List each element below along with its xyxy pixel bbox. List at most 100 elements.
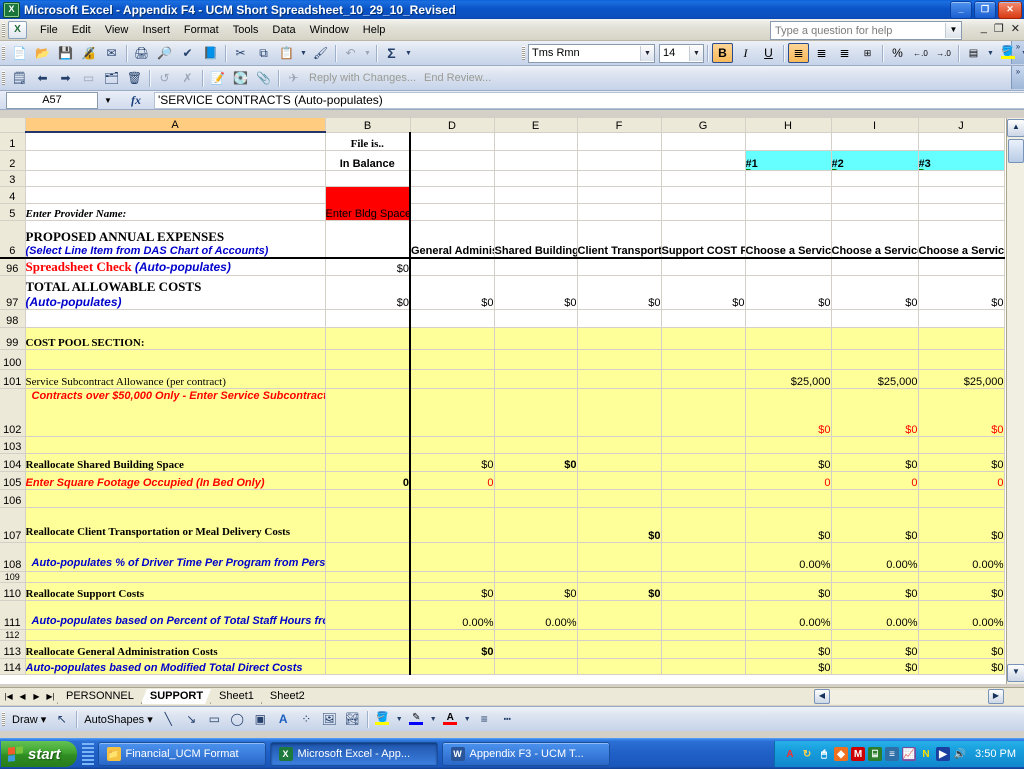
cell-e113[interactable] — [494, 640, 578, 659]
cell-e100[interactable] — [494, 349, 578, 370]
fill-color-dropdown-icon[interactable]: ▼ — [395, 709, 404, 729]
cell-h98[interactable] — [745, 309, 832, 328]
cell-d98[interactable] — [410, 309, 495, 328]
cell-g2[interactable] — [661, 150, 746, 171]
cell-d99[interactable] — [410, 327, 495, 350]
cell-a114[interactable]: Auto-populates based on Modified Total D… — [25, 658, 326, 675]
taskbar-item-microsoft-excel[interactable]: X Microsoft Excel - App... — [269, 742, 438, 766]
new-comment-icon[interactable]: 🗒 — [9, 68, 30, 88]
table-row[interactable]: 113 Reallocate General Administration Co… — [0, 640, 1005, 659]
decrease-decimal-icon[interactable]: →.0 — [933, 43, 954, 63]
font-size-input[interactable]: 14 ▼ — [659, 43, 704, 63]
cell-d100[interactable] — [410, 349, 495, 370]
cell-i113[interactable]: $0 — [831, 640, 919, 659]
cell-a3[interactable] — [25, 170, 326, 187]
row-header[interactable]: 102 — [0, 388, 26, 437]
cell-j113[interactable]: $0 — [918, 640, 1005, 659]
menu-file[interactable]: File — [33, 22, 65, 38]
cell-e104[interactable]: $0 — [494, 453, 578, 472]
percent-style-button[interactable]: % — [887, 43, 908, 63]
cell-j106[interactable] — [918, 489, 1005, 508]
cell-j5[interactable] — [918, 203, 1005, 221]
cell-f3[interactable] — [577, 170, 662, 187]
cell-j101[interactable]: $25,000 — [918, 369, 1005, 389]
menu-edit[interactable]: Edit — [65, 22, 98, 38]
cell-a108[interactable]: Auto-populates % of Driver Time Per Prog… — [25, 542, 326, 572]
cell-i106[interactable] — [831, 489, 919, 508]
cell-a96[interactable]: Spreadsheet Check (Auto-populates) — [25, 258, 326, 276]
table-row[interactable]: 97 TOTAL ALLOWABLE COSTS (Auto-populates… — [0, 275, 1005, 310]
cell-a105[interactable]: Enter Square Footage Occupied (In Bed On… — [25, 471, 326, 490]
cell-d6[interactable]: General Administration COST POOL — [410, 220, 495, 259]
refresh-icon[interactable]: ↻ — [800, 747, 814, 761]
cell-i100[interactable] — [831, 349, 919, 370]
row-header[interactable]: 2 — [0, 150, 26, 171]
cell-g113[interactable] — [661, 640, 746, 659]
row-header[interactable]: 101 — [0, 369, 26, 389]
cell-e5[interactable] — [494, 203, 578, 221]
acrobat-icon[interactable]: A — [783, 747, 797, 761]
cell-e109[interactable] — [494, 571, 578, 583]
paste-icon[interactable]: 📋 — [276, 43, 297, 63]
cell-h4[interactable] — [745, 186, 832, 204]
fill-color-icon[interactable]: 🪣 — [372, 709, 393, 729]
cell-e96[interactable] — [494, 258, 578, 276]
cell-h99[interactable] — [745, 327, 832, 350]
name-box-dropdown-icon[interactable]: ▼ — [98, 96, 118, 105]
table-row[interactable]: 111 Auto-populates based on Percent of T… — [0, 600, 1005, 630]
cell-h1[interactable] — [745, 132, 832, 151]
next-comment-icon[interactable]: ➡ — [55, 68, 76, 88]
borders-dropdown-icon[interactable]: ▼ — [986, 43, 995, 63]
cell-j97[interactable]: $0 — [918, 275, 1005, 310]
quick-launch-gripper[interactable] — [81, 743, 94, 765]
cell-f1[interactable] — [577, 132, 662, 151]
autoshapes-menu-button[interactable]: AutoShapes ▾ — [80, 713, 157, 726]
cell-a110[interactable]: Reallocate Support Costs — [25, 582, 326, 601]
cell-f5[interactable] — [577, 203, 662, 221]
column-header-j[interactable]: J — [918, 118, 1005, 133]
cell-d108[interactable] — [410, 542, 495, 572]
diagram-icon[interactable]: ⁘ — [296, 709, 317, 729]
cell-b100[interactable] — [325, 349, 411, 370]
cell-a2[interactable] — [25, 150, 326, 171]
cell-a113[interactable]: Reallocate General Administration Costs — [25, 640, 326, 659]
cell-a103[interactable] — [25, 436, 326, 454]
cell-j98[interactable] — [918, 309, 1005, 328]
menu-data[interactable]: Data — [265, 22, 302, 38]
cell-j6[interactable]: Choose a Service — [918, 220, 1005, 259]
row-header[interactable]: 106 — [0, 489, 26, 508]
row-header[interactable]: 113 — [0, 640, 26, 659]
cell-f114[interactable] — [577, 658, 662, 675]
cell-i96[interactable] — [831, 258, 919, 276]
table-row[interactable]: 100 — [0, 349, 1005, 370]
minimize-button[interactable]: _ — [950, 1, 972, 19]
table-row[interactable]: 109 — [0, 571, 1005, 583]
cell-i4[interactable] — [831, 186, 919, 204]
cell-i103[interactable] — [831, 436, 919, 454]
cell-j96[interactable] — [918, 258, 1005, 276]
cell-h101[interactable]: $25,000 — [745, 369, 832, 389]
cell-i2[interactable]: #2 — [831, 150, 919, 171]
first-sheet-icon[interactable]: |◀ — [2, 690, 15, 703]
cell-d109[interactable] — [410, 571, 495, 583]
print-icon[interactable]: 🖨 — [131, 43, 152, 63]
table-row[interactable]: 114 Auto-populates based on Modified Tot… — [0, 658, 1005, 675]
cell-j107[interactable]: $0 — [918, 507, 1005, 543]
cell-j102[interactable]: $0 — [918, 388, 1005, 437]
cell-j114[interactable]: $0 — [918, 658, 1005, 675]
table-row[interactable]: 104 Reallocate Shared Building Space $0 … — [0, 453, 1005, 472]
cell-a107[interactable]: Reallocate Client Transportation or Meal… — [25, 507, 326, 543]
table-row[interactable]: 99 COST POOL SECTION: — [0, 327, 1005, 350]
row-header[interactable]: 98 — [0, 309, 26, 328]
cell-h103[interactable] — [745, 436, 832, 454]
cell-f108[interactable] — [577, 542, 662, 572]
cell-b99[interactable] — [325, 327, 411, 350]
cell-g111[interactable] — [661, 600, 746, 630]
cell-i112[interactable] — [831, 629, 919, 641]
chart-icon[interactable]: 📈 — [902, 747, 917, 761]
column-header-f[interactable]: F — [577, 118, 662, 133]
cell-i104[interactable]: $0 — [831, 453, 919, 472]
cell-d4[interactable] — [410, 186, 495, 204]
cell-f104[interactable] — [577, 453, 662, 472]
cell-h97[interactable]: $0 — [745, 275, 832, 310]
